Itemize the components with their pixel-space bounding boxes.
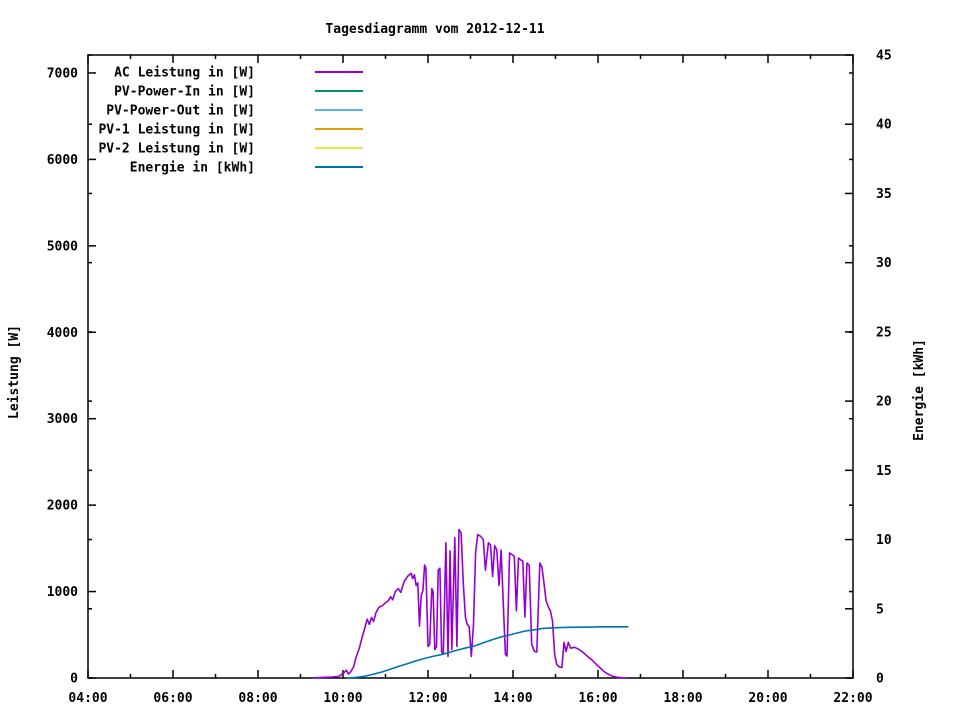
- y-right-tick-label: 5: [876, 602, 884, 617]
- x-tick-label: 06:00: [153, 691, 192, 706]
- y-right-tick-label: 35: [876, 187, 892, 202]
- x-tick-label: 10:00: [323, 691, 362, 706]
- pv-day-chart: 04:00 06:00 08:00 10:00 12:00 14:00 16:00 18:00…: [7, 49, 927, 707]
- y-left-tick-label: 3000: [47, 412, 78, 427]
- legend-label: PV-Power-In in [W]: [114, 85, 255, 100]
- y-right-tick-label: 30: [876, 256, 892, 271]
- y-right-tick-label: 20: [876, 395, 892, 410]
- y-left-tick-label: 5000: [47, 239, 78, 254]
- series-ac-leistung-in-w-: [312, 528, 628, 679]
- legend-label: PV-1 Leistung in [W]: [98, 123, 255, 138]
- legend-label: PV-Power-Out in [W]: [106, 104, 255, 119]
- tagesdiagramm-window: Tagesdiagramm vom 2012-12-11 04:00 06:00 0…: [0, 0, 960, 720]
- legend-label: AC Leistung in [W]: [114, 66, 255, 81]
- series-energie-in-kwh-: [346, 625, 629, 679]
- y-right-tick-label: 25: [876, 325, 892, 340]
- y-right-tick-label: 40: [876, 118, 892, 133]
- y-right-tick-label: 45: [876, 49, 892, 64]
- y-left-tick-label: 7000: [47, 66, 78, 81]
- x-tick-label: 04:00: [68, 691, 107, 706]
- x-tick-label: 18:00: [663, 691, 702, 706]
- legend-label: PV-2 Leistung in [W]: [98, 142, 255, 157]
- y-right-tick-label: 0: [876, 672, 884, 687]
- x-tick-label: 12:00: [408, 691, 447, 706]
- x-tick-label: 16:00: [578, 691, 617, 706]
- y-left-axis-title: Leistung [W]: [7, 325, 22, 419]
- legend-label: Energie in [kWh]: [130, 161, 255, 176]
- y-left-tick-label: 6000: [47, 153, 78, 168]
- y-right-axis-title: Energie [kWh]: [912, 339, 927, 441]
- y-left-tick-label: 2000: [47, 499, 78, 514]
- y-left-tick-label: 4000: [47, 326, 78, 341]
- x-tick-label: 08:00: [238, 691, 277, 706]
- y-right-tick-label: 15: [876, 464, 892, 479]
- x-tick-label: 14:00: [493, 691, 532, 706]
- y-left-tick-label: 1000: [47, 585, 78, 600]
- y-right-tick-label: 10: [876, 533, 892, 548]
- x-tick-label: 20:00: [748, 691, 787, 706]
- x-tick-label: 22:00: [833, 691, 872, 706]
- y-left-tick-label: 0: [70, 672, 78, 687]
